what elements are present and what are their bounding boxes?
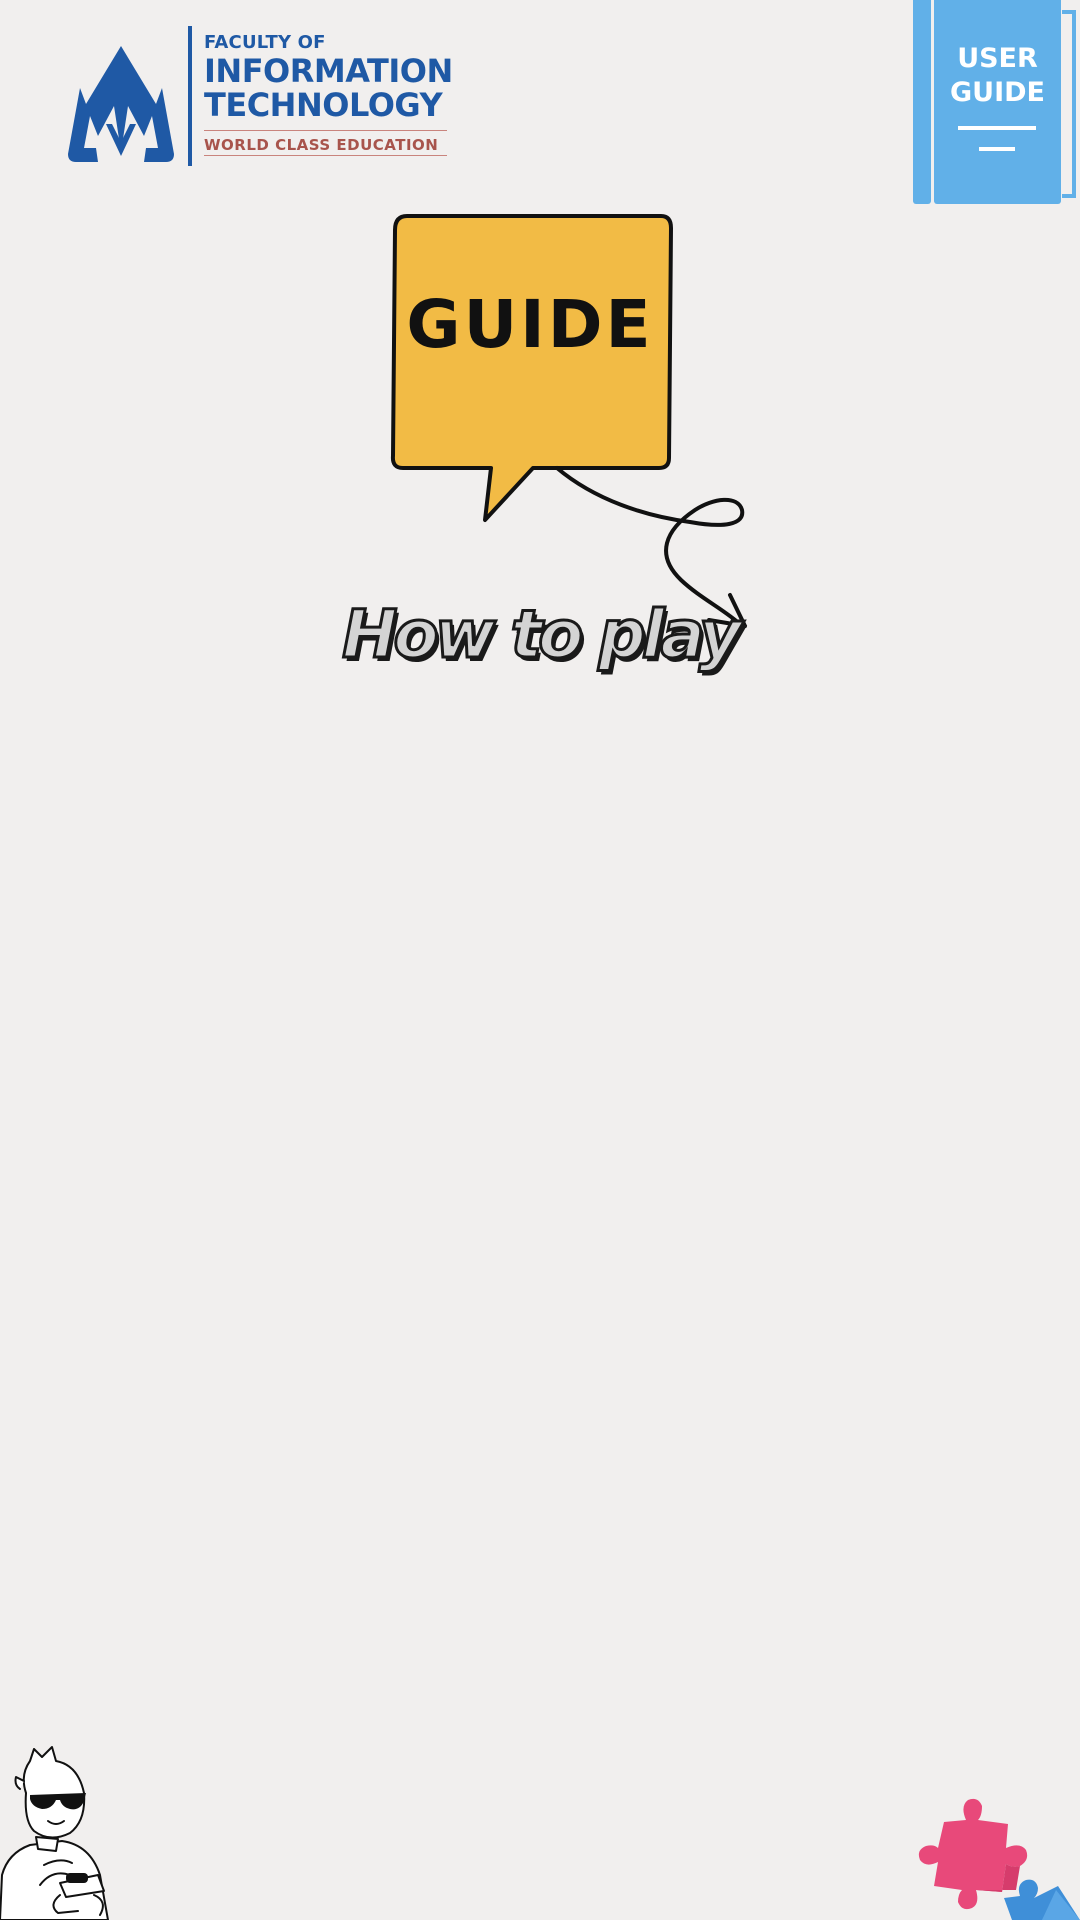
- how-to-play-button[interactable]: How to play: [340, 590, 744, 680]
- faculty-logo: FACULTY OF INFORMATION TECHNOLOGY WORLD …: [66, 26, 456, 166]
- logo-faculty-of: FACULTY OF: [204, 32, 326, 53]
- gamer-illustration-icon: [0, 1746, 109, 1920]
- book-icon: USER GUIDE: [934, 0, 1061, 204]
- book-decoration-line-short: [979, 147, 1015, 151]
- book-pages: [1062, 10, 1076, 198]
- faculty-logo-mark-icon: [68, 46, 174, 162]
- guide-heading: GUIDE: [406, 286, 654, 363]
- logo-text: FACULTY OF INFORMATION TECHNOLOGY WORLD …: [204, 32, 464, 156]
- user-guide-label: USER GUIDE: [950, 43, 1045, 108]
- logo-information: INFORMATION: [204, 52, 453, 90]
- logo-technology: TECHNOLOGY: [204, 86, 443, 124]
- puzzle-pieces-icon: [918, 1798, 1080, 1920]
- user-guide-button[interactable]: USER GUIDE: [913, 0, 1080, 205]
- book-spine: [913, 0, 931, 204]
- logo-divider: [188, 26, 192, 166]
- book-decoration-line: [958, 126, 1036, 130]
- logo-tagline: WORLD CLASS EDUCATION: [204, 130, 447, 156]
